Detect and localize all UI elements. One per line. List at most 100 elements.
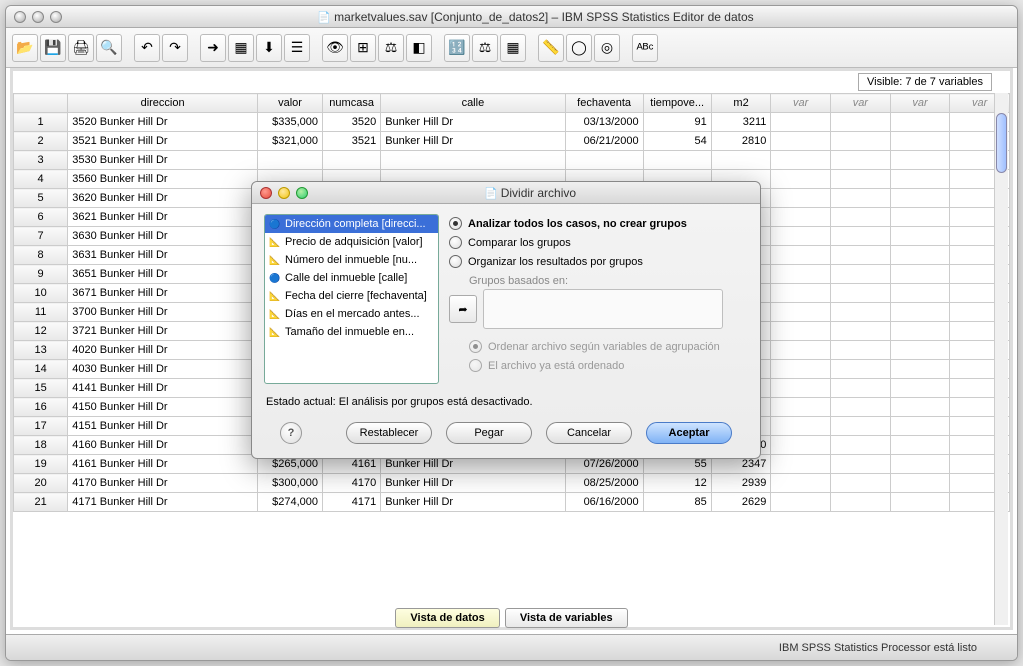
cell[interactable] [890, 493, 950, 512]
ok-button[interactable]: Aceptar [646, 422, 732, 444]
column-header[interactable]: fechaventa [565, 94, 643, 113]
cell[interactable]: 4020 Bunker Hill Dr [68, 341, 258, 360]
variable-list-item[interactable]: 📐Días en el mercado antes... [265, 305, 438, 323]
cell[interactable] [831, 170, 891, 189]
cell[interactable]: Bunker Hill Dr [381, 474, 565, 493]
cell[interactable]: $300,000 [257, 474, 322, 493]
cell[interactable]: 06/16/2000 [565, 493, 643, 512]
cell[interactable] [771, 170, 831, 189]
cell[interactable] [890, 417, 950, 436]
cell[interactable] [831, 284, 891, 303]
vars-icon[interactable]: ▦ [228, 34, 254, 62]
cell[interactable]: Bunker Hill Dr [381, 132, 565, 151]
cell[interactable] [711, 151, 771, 170]
cell[interactable]: 3521 [323, 132, 381, 151]
cell[interactable] [890, 341, 950, 360]
dialog-minimize-icon[interactable] [278, 187, 290, 199]
column-header[interactable]: numcasa [323, 94, 381, 113]
cell[interactable] [771, 113, 831, 132]
cell[interactable]: 06/21/2000 [565, 132, 643, 151]
cell[interactable] [831, 474, 891, 493]
column-header[interactable]: valor [257, 94, 322, 113]
cell[interactable] [771, 493, 831, 512]
cell[interactable]: 4150 Bunker Hill Dr [68, 398, 258, 417]
variable-list-item[interactable]: 📐Fecha del cierre [fechaventa] [265, 287, 438, 305]
variable-list-item[interactable]: 🔵Calle del inmueble [calle] [265, 269, 438, 287]
cell[interactable] [890, 132, 950, 151]
cell[interactable]: 3530 Bunker Hill Dr [68, 151, 258, 170]
variable-list-item[interactable]: 📐Tamaño del inmueble en... [265, 323, 438, 341]
cell[interactable] [257, 151, 322, 170]
cell[interactable]: 3630 Bunker Hill Dr [68, 227, 258, 246]
cell[interactable] [771, 455, 831, 474]
column-header[interactable]: var [771, 94, 831, 113]
cell[interactable]: 3521 Bunker Hill Dr [68, 132, 258, 151]
cell[interactable] [831, 360, 891, 379]
cell[interactable] [771, 265, 831, 284]
cell[interactable] [890, 151, 950, 170]
dialog-close-icon[interactable] [260, 187, 272, 199]
cell[interactable] [771, 284, 831, 303]
cell[interactable]: $335,000 [257, 113, 322, 132]
cell[interactable] [890, 322, 950, 341]
spellcheck-icon[interactable]: ᴬᴮᶜ [632, 34, 658, 62]
cell[interactable] [771, 246, 831, 265]
undo-icon[interactable]: ↶ [134, 34, 160, 62]
cell[interactable]: $321,000 [257, 132, 322, 151]
goto-icon[interactable]: ➜ [200, 34, 226, 62]
cell[interactable] [831, 132, 891, 151]
cell[interactable] [831, 265, 891, 284]
cell[interactable]: 3620 Bunker Hill Dr [68, 189, 258, 208]
cell[interactable] [831, 322, 891, 341]
redo-icon[interactable]: ↷ [162, 34, 188, 62]
grid-icon[interactable]: ▦ [500, 34, 526, 62]
cell[interactable] [831, 493, 891, 512]
cell[interactable]: 03/13/2000 [565, 113, 643, 132]
radio-compare-groups[interactable] [449, 236, 462, 249]
variable-list[interactable]: 🔵Dirección completa [direcci...📐Precio d… [264, 214, 439, 384]
cell[interactable] [831, 436, 891, 455]
cell[interactable]: 3721 Bunker Hill Dr [68, 322, 258, 341]
cell[interactable]: 3631 Bunker Hill Dr [68, 246, 258, 265]
cell[interactable]: 4170 [323, 474, 381, 493]
table-row[interactable]: 214171 Bunker Hill Dr$274,0004171Bunker … [14, 493, 1010, 512]
variable-list-item[interactable]: 📐Número del inmueble [nu... [265, 251, 438, 269]
insert-var-icon[interactable]: ⬇ [256, 34, 282, 62]
cell[interactable] [643, 151, 711, 170]
cell[interactable] [771, 189, 831, 208]
cell[interactable] [890, 189, 950, 208]
column-header[interactable]: var [890, 94, 950, 113]
column-header[interactable]: direccion [68, 94, 258, 113]
cell[interactable]: 3671 Bunker Hill Dr [68, 284, 258, 303]
cell[interactable] [771, 474, 831, 493]
cell[interactable] [890, 113, 950, 132]
tab-variable-view[interactable]: Vista de variables [505, 608, 628, 628]
cell[interactable] [890, 360, 950, 379]
column-header[interactable]: var [831, 94, 891, 113]
cell[interactable] [771, 398, 831, 417]
find-icon[interactable]: 👁 [322, 34, 348, 62]
cell[interactable] [890, 303, 950, 322]
cell[interactable] [771, 151, 831, 170]
reset-button[interactable]: Restablecer [346, 422, 432, 444]
cell[interactable]: Bunker Hill Dr [381, 113, 565, 132]
cell[interactable] [831, 151, 891, 170]
cell[interactable] [831, 341, 891, 360]
cell[interactable]: 54 [643, 132, 711, 151]
zoom-icon[interactable] [50, 11, 62, 23]
cell[interactable]: 2810 [711, 132, 771, 151]
cell[interactable]: 3520 Bunker Hill Dr [68, 113, 258, 132]
table-row[interactable]: 33530 Bunker Hill Dr [14, 151, 1010, 170]
cell[interactable] [831, 379, 891, 398]
cell[interactable] [890, 436, 950, 455]
cell[interactable]: 4171 [323, 493, 381, 512]
close-icon[interactable] [14, 11, 26, 23]
cell[interactable]: 4160 Bunker Hill Dr [68, 436, 258, 455]
cell[interactable] [771, 341, 831, 360]
scroll-thumb[interactable] [996, 113, 1007, 173]
cell[interactable] [890, 170, 950, 189]
circles-icon[interactable]: ◯ [566, 34, 592, 62]
variable-list-item[interactable]: 📐Precio de adquisición [valor] [265, 233, 438, 251]
cell[interactable] [831, 227, 891, 246]
cell[interactable] [831, 208, 891, 227]
